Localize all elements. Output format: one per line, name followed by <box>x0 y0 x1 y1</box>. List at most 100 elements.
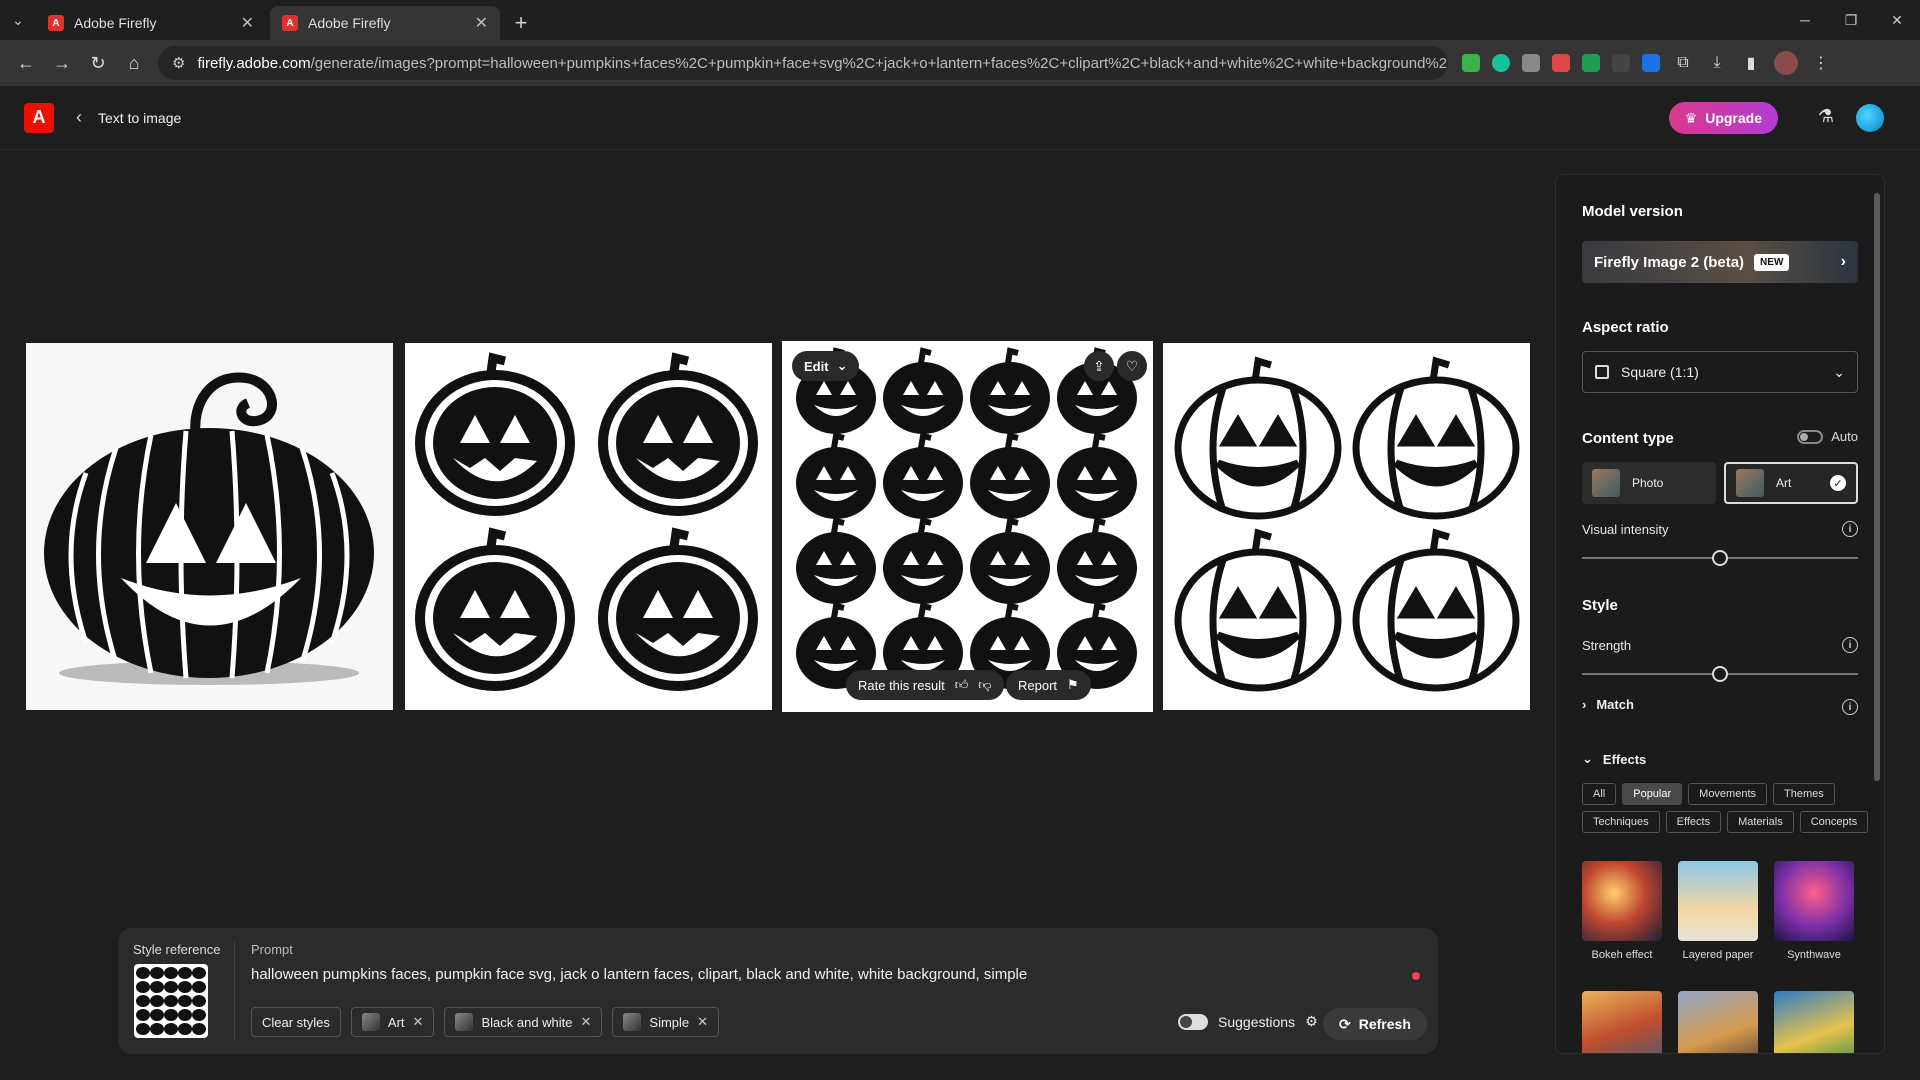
effect-thumbnail-row2-2[interactable] <box>1678 991 1758 1053</box>
url-path: /generate/images?prompt=halloween+pumpki… <box>310 54 1448 72</box>
effect-synthwave[interactable]: Synthwave <box>1774 861 1854 961</box>
clear-styles-button[interactable]: Clear styles <box>251 1007 341 1037</box>
crown-icon: ♛ <box>1684 109 1698 126</box>
browser-menu-icon[interactable]: ⋮ <box>1810 52 1832 74</box>
filter-effects[interactable]: Effects <box>1665 811 1722 833</box>
thumbs-down-icon[interactable]: 👎︎ <box>978 677 991 693</box>
visual-intensity-slider[interactable] <box>1582 550 1858 566</box>
generated-image-2[interactable] <box>405 343 772 710</box>
remove-chip-icon[interactable]: ✕ <box>413 1014 424 1030</box>
filter-popular[interactable]: Popular <box>1622 783 1683 805</box>
content-type-photo[interactable]: Photo <box>1582 462 1716 504</box>
style-reference-thumbnail[interactable] <box>134 964 208 1038</box>
restore-icon[interactable]: ❐ <box>1828 0 1874 40</box>
extension-icon[interactable] <box>1612 54 1630 72</box>
filter-techniques[interactable]: Techniques <box>1582 811 1660 833</box>
suggestions-label: Suggestions <box>1218 1013 1296 1030</box>
info-icon[interactable]: i <box>1842 521 1858 537</box>
slider-handle[interactable] <box>1712 666 1728 682</box>
side-panel-icon[interactable]: ▮ <box>1740 52 1762 74</box>
effect-thumbnail-row2-1[interactable] <box>1582 991 1662 1053</box>
content-type-art[interactable]: Art ✓ <box>1724 462 1858 504</box>
home-icon[interactable]: ⌂ <box>116 45 152 81</box>
auto-toggle[interactable] <box>1797 429 1824 444</box>
adobe-favicon-icon: A <box>282 15 298 31</box>
reload-icon[interactable]: ↻ <box>80 45 116 81</box>
extensions-puzzle-icon[interactable]: ⧉ <box>1672 52 1694 74</box>
match-label: Match <box>1596 697 1634 712</box>
auto-toggle-group: Auto <box>1797 429 1858 444</box>
style-chip-simple[interactable]: Simple ✕ <box>612 1007 720 1037</box>
filter-materials[interactable]: Materials <box>1727 811 1794 833</box>
share-icon[interactable]: ⇪ <box>1084 351 1114 381</box>
address-bar[interactable]: ⚙ firefly.adobe.com /generate/images?pro… <box>158 46 1448 80</box>
effects-expander[interactable]: ⌄ Effects <box>1582 751 1646 767</box>
back-icon[interactable]: ← <box>8 45 44 81</box>
match-expander[interactable]: › Match <box>1582 697 1634 712</box>
report-button[interactable]: Report ⚑ <box>1006 670 1091 700</box>
effect-thumbnail-row2-3[interactable] <box>1774 991 1854 1053</box>
extension-icon[interactable] <box>1462 54 1480 72</box>
tab-search-icon[interactable]: ⌄ <box>0 0 36 40</box>
style-chip-art[interactable]: Art ✕ <box>350 1007 435 1037</box>
square-icon <box>1595 365 1609 379</box>
favorite-heart-icon[interactable]: ♡ <box>1117 351 1147 381</box>
filter-concepts[interactable]: Concepts <box>1799 811 1869 833</box>
info-icon[interactable]: i <box>1842 699 1858 715</box>
remove-chip-icon[interactable]: ✕ <box>697 1014 708 1030</box>
adobe-logo-icon[interactable]: A <box>24 102 54 133</box>
effect-filters-row-2: Techniques Effects Materials Concepts <box>1582 811 1869 833</box>
close-window-icon[interactable]: ✕ <box>1874 0 1920 40</box>
filter-movements[interactable]: Movements <box>1688 783 1768 805</box>
close-tab-icon[interactable]: ✕ <box>241 13 254 33</box>
new-badge: NEW <box>1754 253 1790 271</box>
prompt-input[interactable]: halloween pumpkins faces, pumpkin face s… <box>251 966 1027 983</box>
info-icon[interactable]: i <box>1842 637 1858 653</box>
style-chip-black-and-white[interactable]: Black and white ✕ <box>444 1007 603 1037</box>
minimize-icon[interactable]: ─ <box>1782 0 1828 40</box>
extension-icon[interactable] <box>1642 54 1660 72</box>
slider-handle[interactable] <box>1712 550 1728 566</box>
filter-themes[interactable]: Themes <box>1773 783 1835 805</box>
close-tab-icon[interactable]: ✕ <box>475 13 488 33</box>
new-tab-icon[interactable]: + <box>504 6 538 40</box>
generated-image-3[interactable]: Edit ⌄ ⇪ ♡ Rate this result 👍︎ 👎︎ Report… <box>782 341 1153 712</box>
simple-thumbnail-icon <box>623 1013 642 1031</box>
strength-slider[interactable] <box>1582 666 1858 682</box>
labs-flask-icon[interactable]: ⚗ <box>1818 106 1834 127</box>
scrollbar-thumb[interactable] <box>1874 193 1880 781</box>
site-info-icon[interactable]: ⚙ <box>172 54 185 72</box>
forward-icon[interactable]: → <box>44 45 80 81</box>
suggestions-settings-icon[interactable]: ⚙ <box>1305 1013 1318 1030</box>
upgrade-button[interactable]: ♛ Upgrade <box>1668 102 1778 134</box>
download-icon[interactable]: ⤓ <box>1706 52 1728 74</box>
thumbs-up-icon[interactable]: 👍︎ <box>955 677 969 693</box>
refresh-button[interactable]: ⟳ Refresh <box>1323 1008 1427 1040</box>
chip-label: Simple <box>649 1014 690 1030</box>
panel-scrollbar[interactable] <box>1872 183 1882 1047</box>
filter-all[interactable]: All <box>1582 783 1617 805</box>
extension-icon[interactable] <box>1552 54 1570 72</box>
effect-layered-paper[interactable]: Layered paper <box>1678 861 1758 961</box>
pumpkin-grid-image <box>784 347 1151 710</box>
browser-profile-avatar[interactable] <box>1774 51 1798 75</box>
browser-toolbar: ← → ↻ ⌂ ⚙ firefly.adobe.com /generate/im… <box>0 40 1920 86</box>
user-avatar[interactable] <box>1856 104 1884 132</box>
aspect-ratio-dropdown[interactable]: Square (1:1) ⌄ <box>1582 351 1858 393</box>
effect-label: Layered paper <box>1682 949 1754 961</box>
page-title: Text to image <box>98 109 182 126</box>
divider <box>234 942 235 1040</box>
grammarly-icon[interactable] <box>1492 54 1510 72</box>
suggestions-toggle[interactable] <box>1178 1013 1208 1030</box>
browser-tab-1[interactable]: A Adobe Firefly ✕ <box>36 6 266 40</box>
back-chevron-icon[interactable]: ‹ <box>76 107 82 128</box>
effect-bokeh[interactable]: Bokeh effect <box>1582 861 1662 961</box>
extension-icon[interactable] <box>1522 54 1540 72</box>
remove-chip-icon[interactable]: ✕ <box>581 1014 592 1030</box>
generated-image-1[interactable] <box>26 343 393 710</box>
edit-button[interactable]: Edit ⌄ <box>792 351 860 381</box>
generated-image-4[interactable] <box>1163 343 1530 710</box>
sheets-icon[interactable] <box>1582 54 1600 72</box>
browser-tab-2[interactable]: A Adobe Firefly ✕ <box>270 6 500 40</box>
model-version-selector[interactable]: Firefly Image 2 (beta) NEW › <box>1582 241 1858 283</box>
